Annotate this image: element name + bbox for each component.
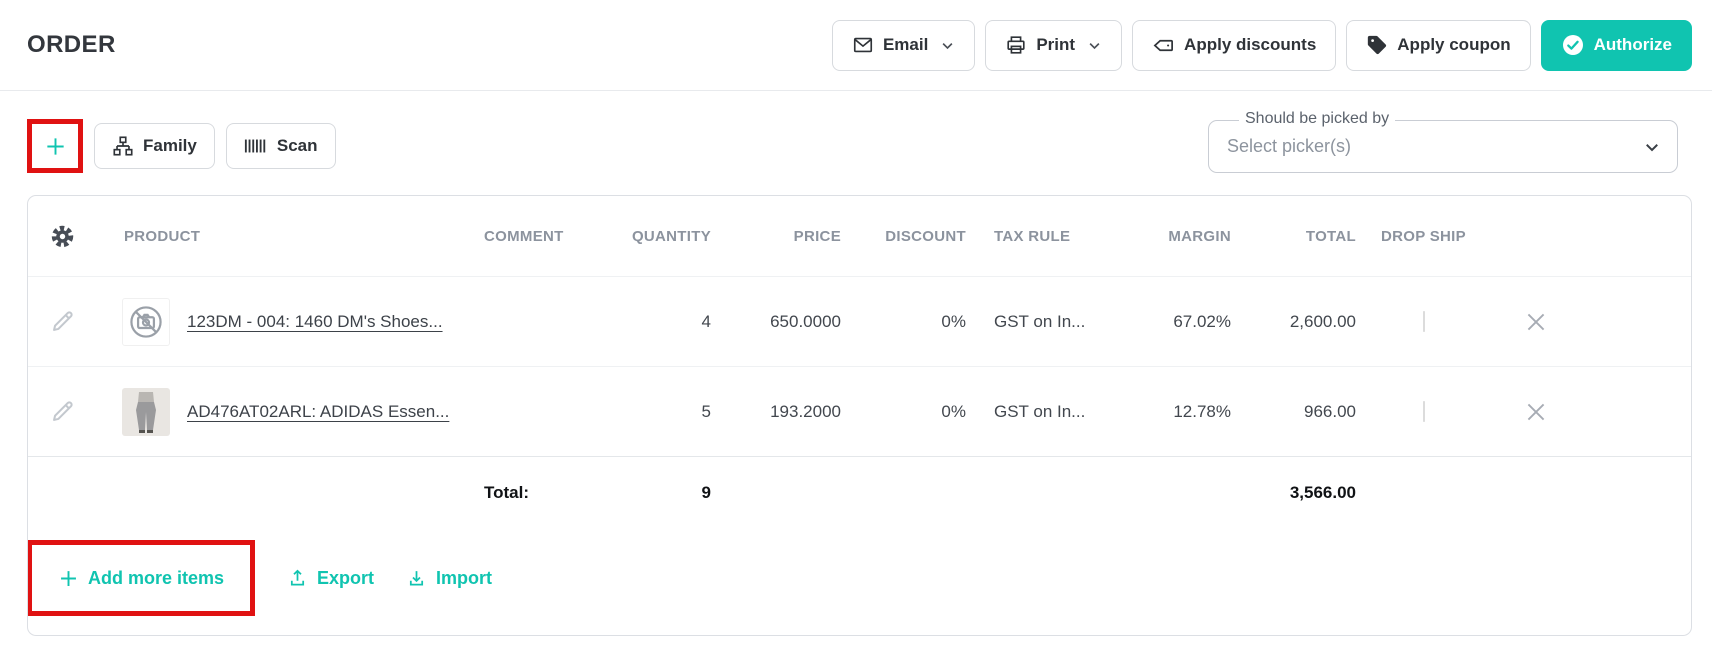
remove-item-button[interactable] [1523, 309, 1549, 335]
table-header-row: PRODUCT COMMENT QUANTITY PRICE DISCOUNT … [28, 196, 1691, 276]
column-header-discount: DISCOUNT [885, 228, 966, 245]
export-icon [287, 568, 308, 589]
check-circle-icon [1561, 33, 1585, 57]
gear-icon [50, 224, 75, 249]
plus-icon [58, 568, 79, 589]
product-link[interactable]: 123DM - 004: 1460 DM's Shoes... [187, 312, 443, 332]
tax-rule-cell: GST on In... [966, 402, 1121, 422]
margin-cell: 67.02% [1173, 312, 1231, 332]
column-header-comment: COMMENT [476, 228, 596, 245]
close-icon [1523, 309, 1549, 335]
authorize-button[interactable]: Authorize [1541, 20, 1692, 71]
close-icon [1523, 399, 1549, 425]
plus-icon [44, 135, 67, 158]
email-icon [852, 34, 874, 56]
totals-amount: 3,566.00 [1290, 483, 1356, 503]
order-header: ORDER Email Print Apply discounts [0, 0, 1712, 91]
family-tree-icon [112, 135, 134, 157]
export-button[interactable]: Export [287, 568, 374, 589]
chevron-down-icon [1087, 38, 1102, 53]
edit-item-button[interactable] [49, 308, 76, 335]
table-row: 123DM - 004: 1460 DM's Shoes... 4 650.00… [28, 276, 1691, 366]
chevron-down-icon [1643, 138, 1661, 156]
annotation-box: Add more items [27, 540, 255, 616]
column-header-margin: MARGIN [1168, 228, 1231, 245]
scan-button[interactable]: Scan [226, 123, 336, 169]
add-item-button[interactable] [32, 124, 78, 168]
drop-ship-checkbox[interactable] [1423, 401, 1425, 422]
order-items-table: PRODUCT COMMENT QUANTITY PRICE DISCOUNT … [27, 195, 1692, 636]
total-cell: 2,600.00 [1290, 312, 1356, 332]
chevron-down-icon [940, 38, 955, 53]
email-button[interactable]: Email [832, 20, 975, 71]
column-header-product: PRODUCT [96, 228, 476, 245]
header-actions: Email Print Apply discounts Apply [832, 20, 1692, 71]
table-row: AD476AT02ARL: ADIDAS Essen... 5 193.2000… [28, 366, 1691, 456]
pencil-icon [49, 398, 76, 425]
annotation-box [27, 119, 83, 173]
edit-item-button[interactable] [49, 398, 76, 425]
total-cell: 966.00 [1304, 402, 1356, 422]
pencil-icon [49, 308, 76, 335]
column-settings-button[interactable] [50, 224, 75, 249]
column-header-price: PRICE [794, 228, 841, 245]
margin-cell: 12.78% [1173, 402, 1231, 422]
table-footer: Add more items Export Import [28, 528, 1691, 635]
price-cell: 650.0000 [770, 312, 841, 332]
barcode-icon [244, 136, 268, 156]
column-header-quantity: QUANTITY [632, 228, 711, 245]
family-button[interactable]: Family [94, 123, 215, 169]
import-button-label: Import [436, 568, 492, 589]
discount-cell: 0% [941, 312, 966, 332]
page-title: ORDER [27, 31, 116, 59]
product-image-placeholder [122, 298, 170, 346]
picker-select-value: Select picker(s) [1227, 136, 1351, 157]
product-image [122, 388, 170, 436]
discount-cell: 0% [941, 402, 966, 422]
tag-outline-icon [1152, 34, 1175, 57]
remove-item-button[interactable] [1523, 399, 1549, 425]
email-button-label: Email [883, 35, 928, 55]
tax-rule-cell: GST on In... [966, 312, 1121, 332]
column-header-drop-ship: DROP SHIP [1381, 228, 1466, 245]
import-icon [406, 568, 427, 589]
totals-row: Total: 9 3,566.00 [28, 456, 1691, 528]
product-link[interactable]: AD476AT02ARL: ADIDAS Essen... [187, 402, 449, 422]
apply-coupon-button-label: Apply coupon [1397, 35, 1510, 55]
apply-coupon-button[interactable]: Apply coupon [1346, 20, 1530, 71]
export-button-label: Export [317, 568, 374, 589]
apply-discounts-button-label: Apply discounts [1184, 35, 1316, 55]
tag-filled-icon [1366, 34, 1388, 56]
print-icon [1005, 34, 1027, 56]
quantity-cell: 4 [702, 312, 711, 332]
add-more-items-label: Add more items [88, 568, 224, 589]
import-button[interactable]: Import [406, 568, 492, 589]
column-header-tax-rule: TAX RULE [966, 228, 1121, 245]
totals-label: Total: [476, 483, 596, 503]
authorize-button-label: Authorize [1594, 35, 1672, 55]
quantity-cell: 5 [702, 402, 711, 422]
family-button-label: Family [143, 136, 197, 156]
add-more-items-button[interactable]: Add more items [58, 568, 224, 589]
scan-button-label: Scan [277, 136, 318, 156]
price-cell: 193.2000 [770, 402, 841, 422]
column-header-total: TOTAL [1306, 228, 1356, 245]
drop-ship-checkbox[interactable] [1423, 311, 1425, 332]
picker-select-label: Should be picked by [1239, 110, 1395, 128]
items-toolbar: Family Scan Should be picked by Select p… [0, 118, 1712, 174]
picker-select[interactable]: Should be picked by Select picker(s) [1208, 120, 1678, 173]
print-button[interactable]: Print [985, 20, 1122, 71]
apply-discounts-button[interactable]: Apply discounts [1132, 20, 1336, 71]
totals-quantity: 9 [702, 483, 711, 503]
print-button-label: Print [1036, 35, 1075, 55]
